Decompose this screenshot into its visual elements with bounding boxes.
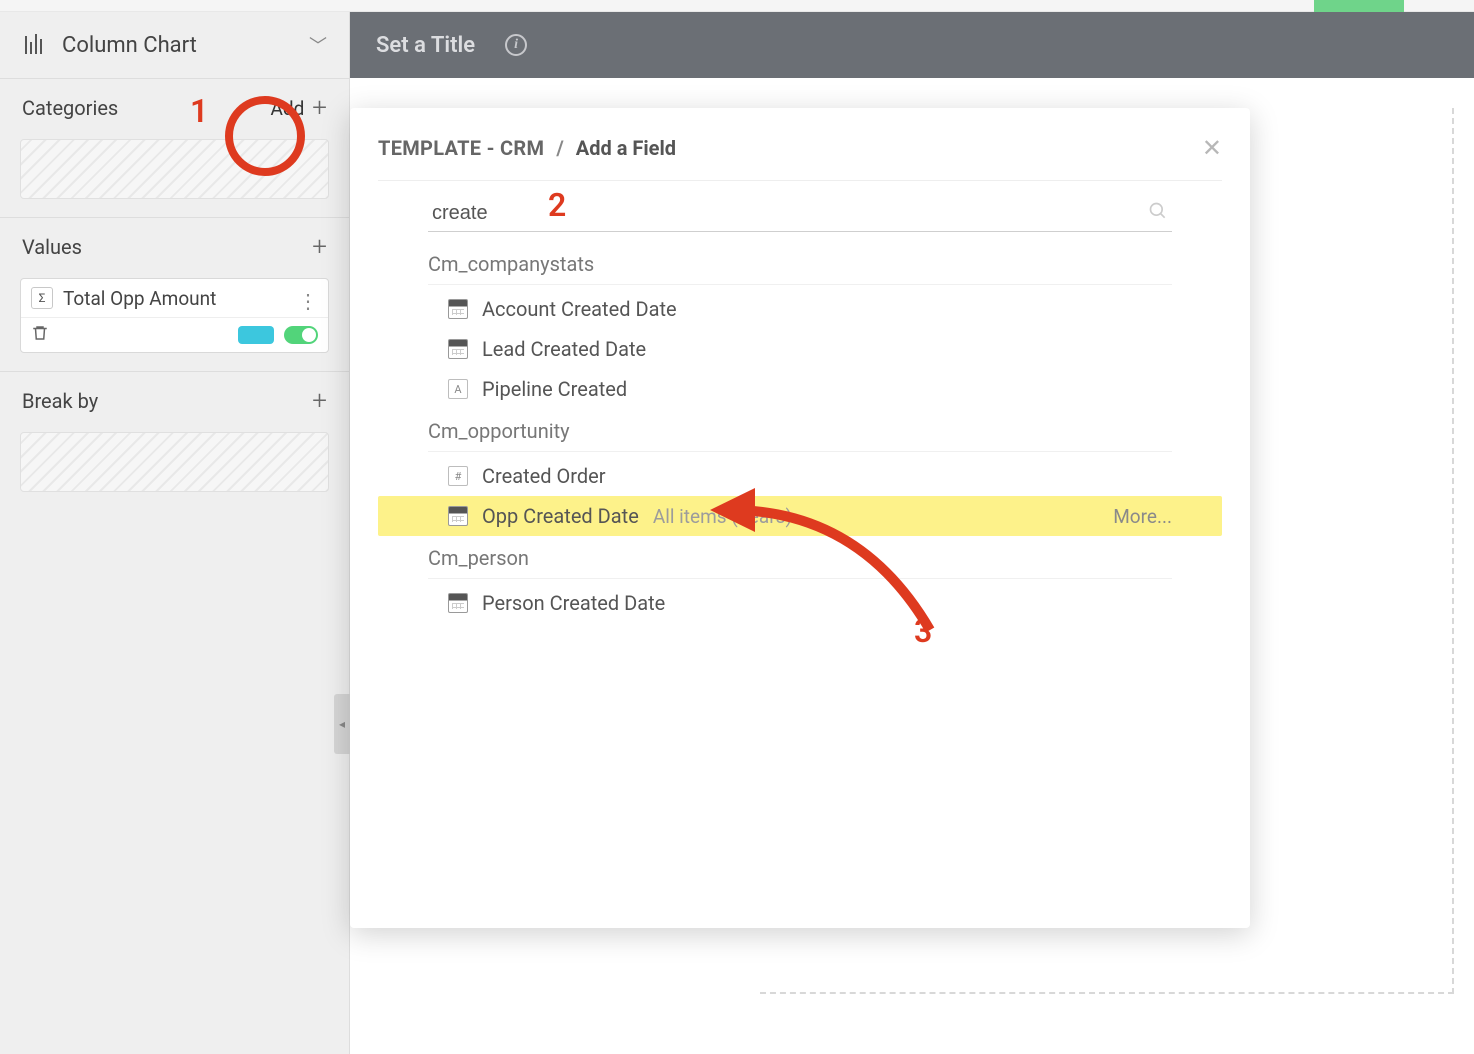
field-label: Pipeline Created bbox=[482, 377, 627, 401]
calendar-icon bbox=[448, 593, 468, 613]
value-chip-label: Total Opp Amount bbox=[63, 287, 288, 311]
field-row[interactable]: Opp Created Date All items (Years) More... bbox=[378, 496, 1222, 536]
field-label: Opp Created Date bbox=[482, 504, 639, 528]
field-label: Person Created Date bbox=[482, 591, 665, 615]
trash-icon[interactable] bbox=[31, 324, 49, 346]
field-extra: All items (Years) bbox=[653, 505, 792, 528]
chart-type-selector[interactable]: Column Chart ﹀ bbox=[0, 12, 349, 78]
value-chip-menu[interactable]: ⋮ bbox=[298, 287, 318, 311]
search-icon bbox=[1148, 201, 1168, 225]
add-field-popover: TEMPLATE - CRM / Add a Field ✕ Cm_compan… bbox=[350, 108, 1250, 928]
calendar-icon bbox=[448, 506, 468, 526]
title-placeholder[interactable]: Set a Title bbox=[376, 33, 475, 58]
main-area: Set a Title i TEMPLATE - CRM / Add a Fie… bbox=[350, 12, 1474, 1054]
info-icon[interactable]: i bbox=[505, 34, 527, 56]
values-section: Values + Σ Total Opp Amount ⋮ bbox=[0, 217, 349, 371]
column-chart-icon bbox=[22, 32, 48, 58]
values-title: Values bbox=[22, 235, 82, 259]
breakby-dropzone[interactable] bbox=[20, 432, 329, 492]
accent-bar bbox=[1314, 0, 1404, 12]
chart-type-label: Column Chart bbox=[62, 33, 295, 58]
value-toggle[interactable] bbox=[284, 326, 318, 344]
breakby-title: Break by bbox=[22, 389, 98, 413]
categories-section: Categories Add + bbox=[0, 78, 349, 217]
categories-add-label[interactable]: Add bbox=[270, 97, 304, 120]
group-title: Cm_person bbox=[428, 536, 1172, 579]
value-chip[interactable]: Σ Total Opp Amount ⋮ bbox=[20, 278, 329, 353]
group-title: Cm_opportunity bbox=[428, 409, 1172, 452]
field-row[interactable]: Lead Created Date bbox=[428, 329, 1172, 369]
breadcrumb-source[interactable]: TEMPLATE - CRM bbox=[378, 136, 544, 160]
breadcrumb: TEMPLATE - CRM / Add a Field bbox=[378, 136, 676, 160]
field-row[interactable]: A Pipeline Created bbox=[428, 369, 1172, 409]
values-add-button[interactable]: + bbox=[312, 234, 327, 260]
widget-title-bar: Set a Title i bbox=[350, 12, 1474, 78]
text-type-icon: A bbox=[448, 379, 468, 399]
more-link[interactable]: More... bbox=[1113, 505, 1172, 528]
field-label: Created Order bbox=[482, 464, 606, 488]
field-label: Lead Created Date bbox=[482, 337, 646, 361]
group-title: Cm_companystats bbox=[428, 242, 1172, 285]
field-row[interactable]: Account Created Date bbox=[428, 289, 1172, 329]
categories-dropzone[interactable] bbox=[20, 139, 329, 199]
calendar-icon bbox=[448, 299, 468, 319]
calendar-icon bbox=[448, 339, 468, 359]
chevron-down-icon: ﹀ bbox=[309, 32, 327, 58]
search-input[interactable] bbox=[432, 202, 1148, 225]
categories-add-button[interactable]: + bbox=[312, 95, 327, 121]
breadcrumb-title: Add a Field bbox=[576, 136, 676, 160]
breakby-add-button[interactable]: + bbox=[312, 388, 327, 414]
breadcrumb-separator: / bbox=[550, 136, 569, 160]
sigma-icon: Σ bbox=[31, 287, 53, 309]
number-type-icon: # bbox=[448, 466, 468, 486]
color-swatch[interactable] bbox=[238, 326, 274, 344]
field-label: Account Created Date bbox=[482, 297, 677, 321]
field-row[interactable]: # Created Order bbox=[428, 456, 1172, 496]
close-icon[interactable]: ✕ bbox=[1202, 134, 1222, 162]
field-results: Cm_companystats Account Created Date Lead … bbox=[378, 242, 1222, 623]
field-row[interactable]: Person Created Date bbox=[428, 583, 1172, 623]
breakby-section: Break by + bbox=[0, 371, 349, 510]
sidebar-collapse-handle[interactable]: ◂ bbox=[334, 694, 350, 754]
categories-title: Categories bbox=[22, 96, 118, 120]
config-sidebar: Column Chart ﹀ Categories Add + Values + bbox=[0, 12, 350, 1054]
